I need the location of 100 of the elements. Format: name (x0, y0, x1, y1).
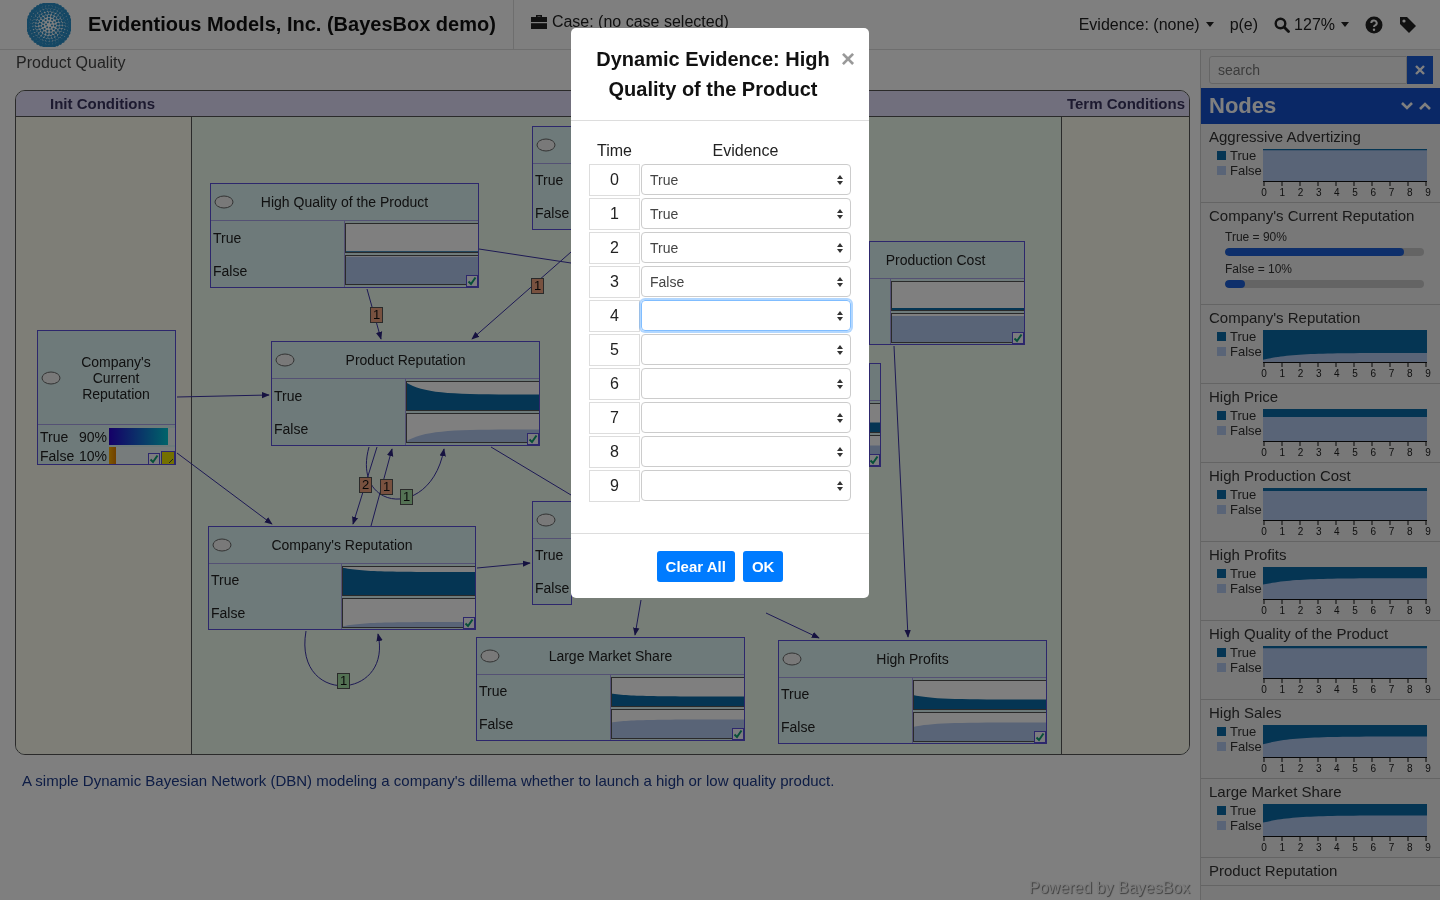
oval-icon[interactable] (480, 649, 500, 663)
network-node[interactable]: Company's Reputation True False (208, 526, 476, 630)
app-title: Evidentious Models, Inc. (BayesBox demo) (88, 13, 496, 36)
evidence-select[interactable] (641, 300, 851, 331)
legend-label: True (1230, 148, 1257, 163)
axis-tick-label: 2 (1296, 842, 1305, 853)
node-name[interactable]: Company's Reputation (1209, 308, 1432, 328)
edge-order-label: 2 (359, 477, 373, 493)
zoom-dropdown[interactable]: 127% (1274, 15, 1349, 34)
tag-icon[interactable] (1399, 15, 1418, 34)
node-name[interactable]: High Price (1209, 387, 1432, 407)
chevron-up-icon[interactable] (1418, 101, 1432, 111)
model-description: A simple Dynamic Bayesian Network (DBN) modeling a company's dillema whether to launch a high or low quality product. (22, 772, 836, 789)
axis-tick-label: 4 (1333, 684, 1341, 695)
help-icon[interactable] (1365, 15, 1383, 34)
node-name[interactable]: High Sales (1209, 703, 1432, 723)
state-percent: 90% (77, 428, 107, 445)
evidence-select[interactable]: False (641, 266, 851, 297)
evidence-select[interactable]: True (641, 232, 851, 263)
nodes-header[interactable]: Nodes (1201, 88, 1440, 124)
oval-icon[interactable] (536, 513, 556, 527)
check-icon[interactable] (148, 453, 160, 464)
axis-tick-label: 7 (1387, 368, 1396, 379)
node-name[interactable]: Large Market Share (1209, 782, 1432, 802)
legend-label: False (1230, 344, 1262, 359)
probability-button[interactable]: p(e) (1229, 15, 1259, 34)
axis-tick-label: 5 (1351, 526, 1359, 537)
node-name[interactable]: Aggressive Advertizing (1209, 127, 1432, 147)
legend-swatch-icon (1217, 490, 1226, 499)
oval-icon[interactable] (536, 138, 556, 152)
axis-tick-label: 8 (1405, 605, 1414, 616)
axis-tick-label: 6 (1369, 605, 1378, 616)
check-icon[interactable] (463, 617, 475, 629)
evidence-select[interactable] (641, 334, 851, 365)
network-node[interactable]: True False (532, 126, 572, 230)
node-name[interactable]: High Profits (1209, 545, 1432, 565)
node-name[interactable]: High Quality of the Product (1209, 624, 1432, 644)
legend-swatch-icon (1217, 727, 1226, 736)
axis-tick-label: 0 (1260, 187, 1268, 198)
edge-order-label: 1 (370, 307, 384, 323)
axis-tick-label: 2 (1296, 526, 1305, 537)
node-name[interactable]: High Production Cost (1209, 466, 1432, 486)
oval-icon[interactable] (212, 538, 232, 552)
check-icon[interactable] (732, 728, 744, 740)
init-conditions-label: Init Conditions (50, 95, 155, 112)
node-name[interactable]: Product Reputation (1209, 861, 1432, 881)
network-node[interactable]: High Quality of the Product True False (210, 183, 479, 288)
network-node[interactable] (869, 363, 881, 467)
check-icon[interactable] (527, 433, 539, 445)
oval-icon[interactable] (275, 353, 295, 367)
time-cell: 8 (589, 436, 640, 468)
axis-tick-label: 0 (1260, 605, 1268, 616)
time-cell: 0 (589, 164, 640, 196)
oval-icon[interactable] (41, 370, 61, 385)
legend-label: True (1230, 645, 1257, 660)
axis-tick-label: 6 (1369, 368, 1378, 379)
legend-swatch-icon (1217, 663, 1226, 672)
network-node[interactable]: Production Cost (869, 241, 1025, 345)
axis-tick-label: 7 (1387, 526, 1396, 537)
close-icon[interactable] (1407, 56, 1433, 84)
dialog-button[interactable]: OK (742, 550, 784, 582)
up-down-arrows-icon (836, 309, 844, 322)
evidence-select[interactable]: True (641, 164, 851, 195)
state-label: False (274, 420, 310, 437)
evidence-select[interactable] (641, 402, 851, 433)
network-node[interactable]: Large Market Share True False (476, 637, 745, 741)
network-node[interactable]: Company's Current Reputation True 90% False 10% (37, 330, 176, 465)
axis-tick-label: 2 (1296, 684, 1305, 695)
up-down-arrows-icon (836, 173, 844, 186)
evidence-select[interactable] (641, 368, 851, 399)
search-field[interactable]: search (1209, 56, 1407, 84)
network-node[interactable]: True False (532, 501, 572, 605)
legend-swatch-icon (1217, 332, 1226, 341)
up-down-arrows-icon (836, 207, 844, 220)
oval-icon[interactable] (782, 652, 802, 666)
check-icon[interactable] (1034, 731, 1046, 743)
state-label: False (213, 262, 249, 279)
evidence-select[interactable]: True (641, 198, 851, 229)
axis-tick-label: 7 (1387, 842, 1396, 853)
oval-icon[interactable] (214, 195, 234, 209)
check-icon[interactable] (1012, 332, 1024, 344)
check-icon[interactable] (466, 275, 478, 287)
chevron-down-icon[interactable] (1400, 101, 1414, 111)
close-button[interactable]: × (841, 46, 855, 72)
axis-tick-label: 7 (1387, 187, 1396, 198)
axis-tick-label: 2 (1296, 368, 1305, 379)
evidence-dropdown[interactable]: Evidence: (none) (1078, 15, 1214, 34)
network-node[interactable]: Product Reputation True False (271, 341, 540, 446)
time-cell: 4 (589, 300, 640, 332)
network-node[interactable]: High Profits True False (778, 640, 1047, 744)
time-cell: 6 (589, 368, 640, 400)
evidence-select[interactable] (641, 470, 851, 501)
legend-label: True (1230, 566, 1257, 581)
legend-label: False (1230, 818, 1262, 833)
axis-tick-label: 6 (1369, 526, 1378, 537)
dialog-button[interactable]: Clear All (656, 550, 735, 582)
node-name[interactable]: Company's Current Reputation (1209, 206, 1432, 226)
axis-tick-label: 3 (1314, 842, 1323, 853)
case-button[interactable]: Case: (no case selected) (529, 12, 729, 31)
evidence-select[interactable] (641, 436, 851, 467)
